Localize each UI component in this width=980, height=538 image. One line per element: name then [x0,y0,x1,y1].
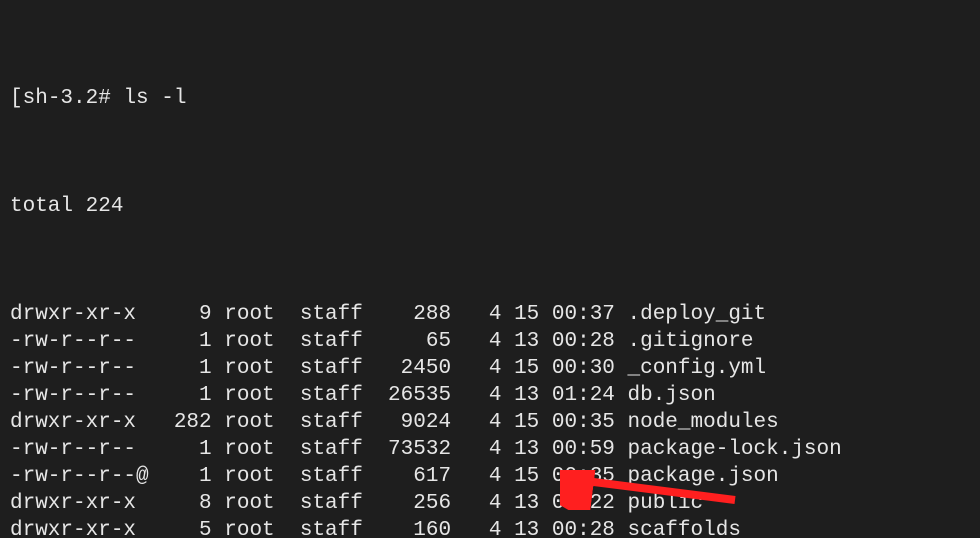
prompt-line: [sh-3.2# ls -l [0,85,980,112]
listing-row: drwxr-xr-x 5 root staff 160 4 13 00:28 s… [0,517,980,538]
listing-row: -rw-r--r-- 1 root staff 2450 4 15 00:30 … [0,355,980,382]
listing-row: -rw-r--r-- 1 root staff 65 4 13 00:28 .g… [0,328,980,355]
listing-row: drwxr-xr-x 8 root staff 256 4 13 01:22 p… [0,490,980,517]
listing-row: -rw-r--r--@ 1 root staff 617 4 15 00:35 … [0,463,980,490]
listing-row: drwxr-xr-x 282 root staff 9024 4 15 00:3… [0,409,980,436]
bracket-open: [ [10,87,23,110]
prompt: sh-3.2# [23,87,111,110]
command-text: ls -l [123,87,186,110]
total-line: total 224 [0,193,980,220]
terminal-output[interactable]: [sh-3.2# ls -l total 224 drwxr-xr-x 9 ro… [0,0,980,538]
listing-row: -rw-r--r-- 1 root staff 73532 4 13 00:59… [0,436,980,463]
listing-row: -rw-r--r-- 1 root staff 26535 4 13 01:24… [0,382,980,409]
listing-row: drwxr-xr-x 9 root staff 288 4 15 00:37 .… [0,301,980,328]
